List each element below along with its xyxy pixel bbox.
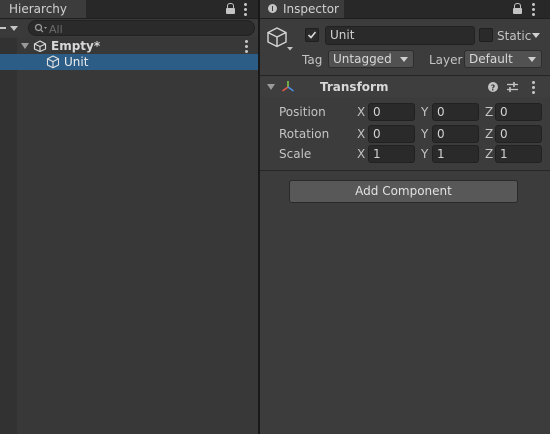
layer-label: Layer — [429, 53, 463, 67]
y-axis-label[interactable]: Y — [421, 126, 428, 142]
y-axis-label[interactable]: Y — [421, 104, 428, 120]
scale-z-field[interactable]: 1 — [495, 145, 542, 163]
tag-dropdown[interactable]: Untagged — [328, 50, 414, 68]
more-menu-icon[interactable] — [532, 3, 536, 18]
expand-arrow-icon[interactable] — [21, 43, 29, 49]
hierarchy-gutter — [0, 38, 17, 434]
object-name-input[interactable]: Unit — [325, 26, 475, 45]
chevron-down-icon — [400, 57, 408, 62]
active-checkbox[interactable] — [305, 28, 319, 42]
x-axis-label[interactable]: X — [357, 104, 365, 120]
unity-scene-icon — [33, 40, 47, 52]
x-axis-label[interactable]: X — [357, 126, 365, 142]
checkmark-icon — [307, 31, 317, 39]
rotation-x-field[interactable]: 0 — [368, 125, 415, 143]
create-dropdown-icon[interactable] — [10, 26, 18, 31]
position-z-field[interactable]: 0 — [495, 103, 542, 121]
object-name-value: Unit — [330, 28, 355, 42]
add-component-label: Add Component — [355, 184, 452, 198]
svg-text:?: ? — [491, 84, 496, 93]
static-label[interactable]: Static — [497, 28, 531, 44]
scale-y-field[interactable]: 1 — [432, 145, 479, 163]
z-axis-label[interactable]: Z — [485, 146, 493, 162]
tag-value: Untagged — [333, 52, 392, 66]
transform-title: Transform — [320, 80, 389, 94]
layer-value: Default — [469, 52, 513, 66]
hierarchy-item-unit[interactable]: Unit — [0, 54, 258, 70]
static-dropdown-icon[interactable] — [532, 33, 540, 38]
transform-axes-icon — [282, 81, 294, 92]
position-y-field[interactable]: 0 — [432, 103, 479, 121]
foldout-arrow-icon[interactable] — [267, 84, 275, 90]
rotation-y-field[interactable]: 0 — [432, 125, 479, 143]
component-menu-icon[interactable] — [532, 81, 536, 96]
inspector-panel: Inspector Unit Static Tag Untagged Layer… — [260, 0, 550, 434]
search-placeholder: All — [49, 23, 63, 36]
layer-dropdown[interactable]: Default — [464, 50, 542, 68]
search-icon — [34, 23, 47, 33]
scene-menu-icon[interactable] — [245, 40, 249, 55]
create-plus-icon[interactable] — [0, 27, 6, 29]
rotation-row: Rotation X 0 Y 0 Z 0 — [260, 125, 550, 145]
inspector-tab[interactable]: Inspector — [260, 0, 344, 18]
transform-header[interactable]: Transform ? — [260, 77, 550, 97]
hierarchy-search-input[interactable]: All — [28, 20, 255, 36]
add-component-button[interactable]: Add Component — [289, 180, 518, 203]
help-icon[interactable]: ? — [487, 81, 499, 93]
x-axis-label[interactable]: X — [357, 146, 365, 162]
position-row: Position X 0 Y 0 Z 0 — [260, 103, 550, 123]
position-x-field[interactable]: 0 — [368, 103, 415, 121]
gameobject-cube-icon[interactable] — [266, 26, 294, 54]
y-axis-label[interactable]: Y — [421, 146, 428, 162]
static-checkbox[interactable] — [479, 28, 493, 42]
lock-icon[interactable] — [226, 3, 235, 14]
gameobject-cube-icon — [46, 55, 60, 69]
component-divider — [260, 170, 550, 171]
scale-row: Scale X 1 Y 1 Z 1 — [260, 145, 550, 165]
rotation-label: Rotation — [279, 127, 330, 141]
hierarchy-toolbar: All — [0, 19, 258, 37]
hierarchy-tab[interactable]: Hierarchy — [0, 0, 86, 18]
lock-icon[interactable] — [513, 3, 522, 14]
hierarchy-tab-label: Hierarchy — [9, 2, 68, 16]
tag-label: Tag — [302, 53, 323, 67]
z-axis-label[interactable]: Z — [485, 104, 493, 120]
position-label: Position — [279, 105, 326, 119]
scene-name: Empty* — [51, 39, 101, 53]
scale-x-field[interactable]: 1 — [368, 145, 415, 163]
rotation-z-field[interactable]: 0 — [495, 125, 542, 143]
z-axis-label[interactable]: Z — [485, 126, 493, 142]
more-menu-icon[interactable] — [244, 3, 248, 18]
scene-row[interactable]: Empty* — [0, 38, 258, 54]
hierarchy-item-label: Unit — [64, 55, 89, 69]
hierarchy-tab-bar: Hierarchy — [0, 0, 258, 19]
chevron-down-icon — [528, 57, 536, 62]
scale-label: Scale — [279, 147, 312, 161]
hierarchy-panel: Hierarchy All Empty* Unit — [0, 0, 258, 434]
header-divider — [260, 75, 550, 76]
inspector-tab-bar: Inspector — [260, 0, 550, 19]
presets-sliders-icon[interactable] — [506, 81, 519, 93]
